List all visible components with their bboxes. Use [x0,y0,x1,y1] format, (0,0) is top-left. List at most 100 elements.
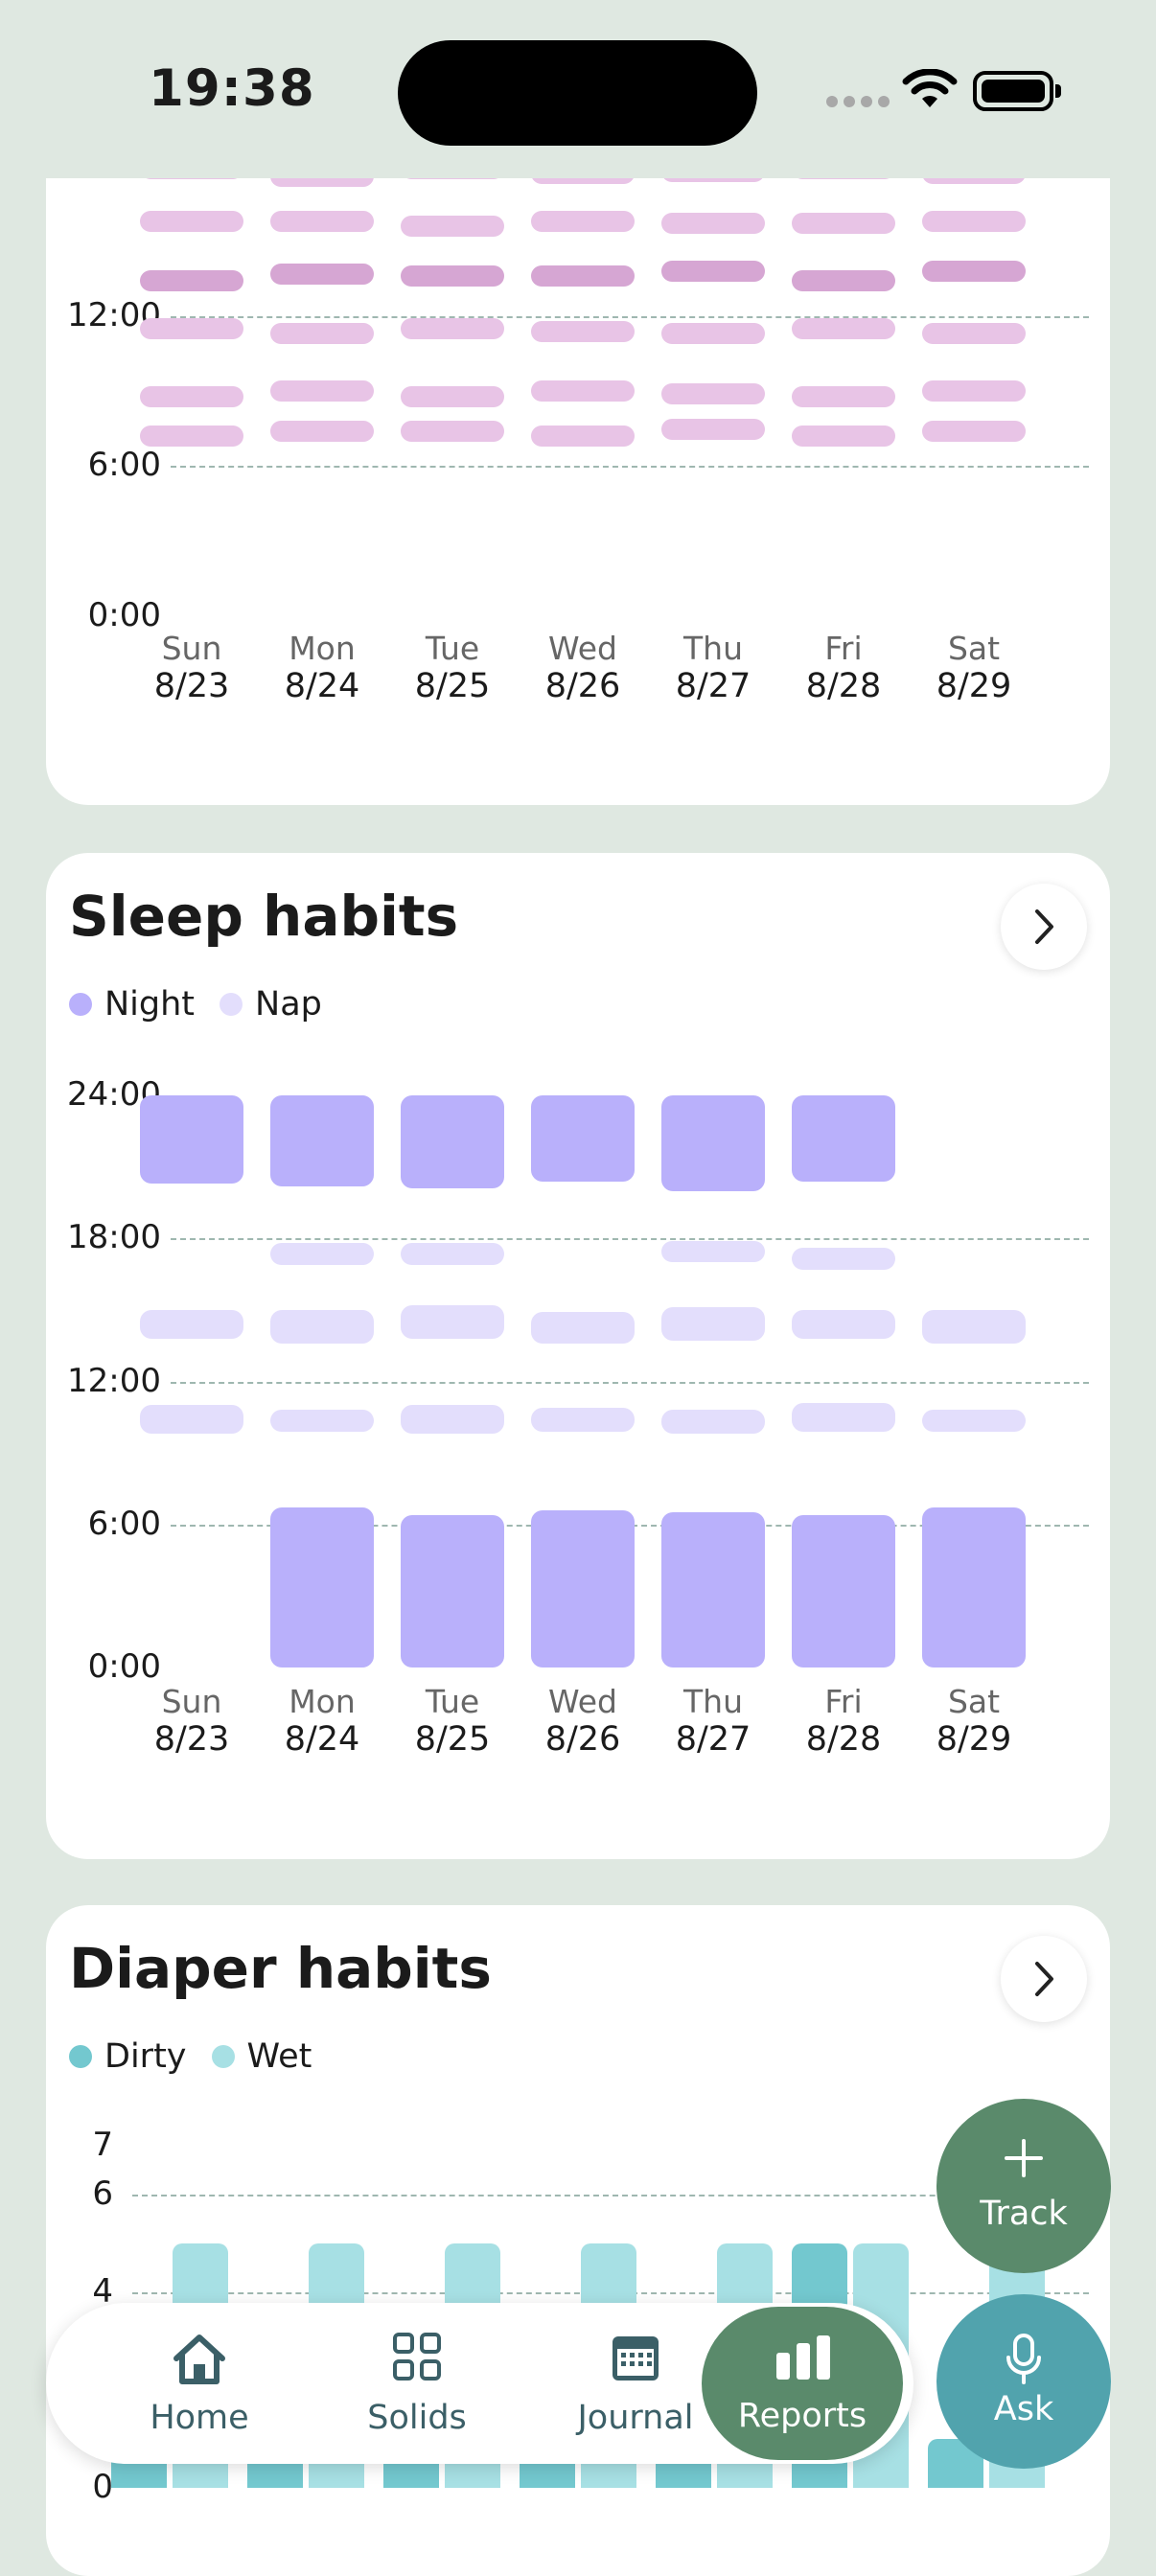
status-time: 19:38 [149,59,315,118]
chevron-right-icon [1035,909,1053,944]
feed-bar [792,426,895,448]
nav-label: Home [150,2399,249,2437]
battery-icon [973,71,1053,111]
feed-bar [140,426,243,448]
legend-nap: Nap [255,985,322,1024]
x-day-label: Sun [161,630,222,667]
feed-bar [140,210,243,232]
feed-bar [792,385,895,407]
feed-bar [661,213,765,235]
x-day-label: Mon [289,1683,356,1720]
legend-wet: Wet [246,2037,312,2076]
track-label: Track [980,2195,1068,2233]
nap-bar [401,1304,504,1339]
x-day-label: Fri [824,630,863,667]
y-tick-label: 6:00 [87,1504,161,1543]
feed-bar [661,323,765,345]
feed-bar [140,385,243,407]
x-date-label: 8/23 [153,667,230,705]
feed-bar [531,210,635,232]
nav-label: Solids [367,2399,467,2437]
card-title: Sleep habits [69,884,459,949]
nav-reports[interactable]: Reports [702,2307,903,2460]
diaper-habits-card: Diaper habits Dirty Wet 7 6 4 0 [46,1905,1110,2576]
nap-bar [140,1405,243,1435]
x-date-label: 8/28 [805,1720,882,1759]
x-day-label: Thu [683,630,743,667]
feed-bar [401,265,504,288]
nap-bar [792,1309,895,1339]
night-sleep-bar [792,1514,895,1668]
feed-bar [792,318,895,340]
night-sleep-bar [270,1507,374,1668]
feed-bar [401,318,504,340]
y-tick-label: 18:00 [67,1218,161,1257]
calendar-icon [613,2336,659,2380]
sleep-habits-card: Sleep habits Night Nap 24:00 18:00 12:00 6:… [46,853,1110,1859]
nav-solids[interactable]: Solids [321,2303,513,2464]
nap-bar [922,1410,1026,1432]
bottom-nav: Home Solids Journal Reports [46,2303,913,2464]
nap-legend-dot [220,993,243,1016]
nap-bar [792,1402,895,1432]
ask-button[interactable]: Ask [936,2294,1111,2469]
open-sleep-report-button[interactable] [1001,884,1087,970]
night-sleep-bar [531,1095,635,1182]
nap-bar [792,1248,895,1270]
nap-bar [531,1312,635,1344]
nap-bar [661,1410,765,1435]
x-day-label: Tue [425,1683,480,1720]
feed-bar [531,380,635,402]
ask-label: Ask [993,2390,1054,2428]
feed-bar [270,380,374,402]
night-sleep-bar [661,1512,765,1668]
x-date-label: 8/24 [284,1720,360,1759]
nap-bar [140,1309,243,1339]
nap-bar [531,1407,635,1432]
x-date-label: 8/26 [544,667,621,705]
nav-home[interactable]: Home [104,2303,295,2464]
nap-bar [270,1243,374,1265]
wifi-icon [902,69,958,107]
nap-bar [270,1309,374,1344]
feed-bar [140,318,243,340]
y-tick-label: 7 [92,2126,113,2164]
nav-label: Reports [737,2397,867,2435]
gridline [171,1238,1089,1241]
gridline [171,1381,1089,1384]
feed-bar [401,421,504,443]
night-sleep-bar [140,1095,243,1184]
x-day-label: Sat [947,630,1001,667]
plus-icon [1005,2139,1043,2177]
x-day-label: Wed [548,630,617,667]
night-sleep-bar [270,1095,374,1186]
x-date-label: 8/28 [805,667,882,705]
y-tick-label: 12:00 [67,1361,161,1400]
night-sleep-bar [922,1507,1026,1668]
home-icon [173,2334,225,2384]
y-tick-label: 6:00 [87,446,161,485]
open-diaper-report-button[interactable] [1001,1936,1087,2022]
feed-bar [922,421,1026,443]
nap-bar [922,1309,1026,1344]
gridline [171,466,1089,469]
x-day-label: Sat [947,1683,1001,1720]
feed-bar [401,216,504,237]
diaper-legend: Dirty Wet [69,2037,336,2076]
x-date-label: 8/27 [675,667,751,705]
y-tick-label: 6 [92,2174,113,2213]
x-day-label: Fri [824,1683,863,1720]
feed-bar [531,265,635,288]
dirty-legend-dot [69,2045,92,2068]
feed-bar [792,270,895,292]
x-date-label: 8/25 [414,1720,491,1759]
feed-bar [922,323,1026,345]
feed-bar [922,261,1026,283]
feed-bar [401,385,504,407]
track-button[interactable]: Track [936,2099,1111,2273]
wet-legend-dot [211,2045,235,2068]
x-date-label: 8/24 [284,667,360,705]
feed-bar [922,210,1026,232]
gridline [171,315,1089,318]
feed-bar [661,261,765,283]
